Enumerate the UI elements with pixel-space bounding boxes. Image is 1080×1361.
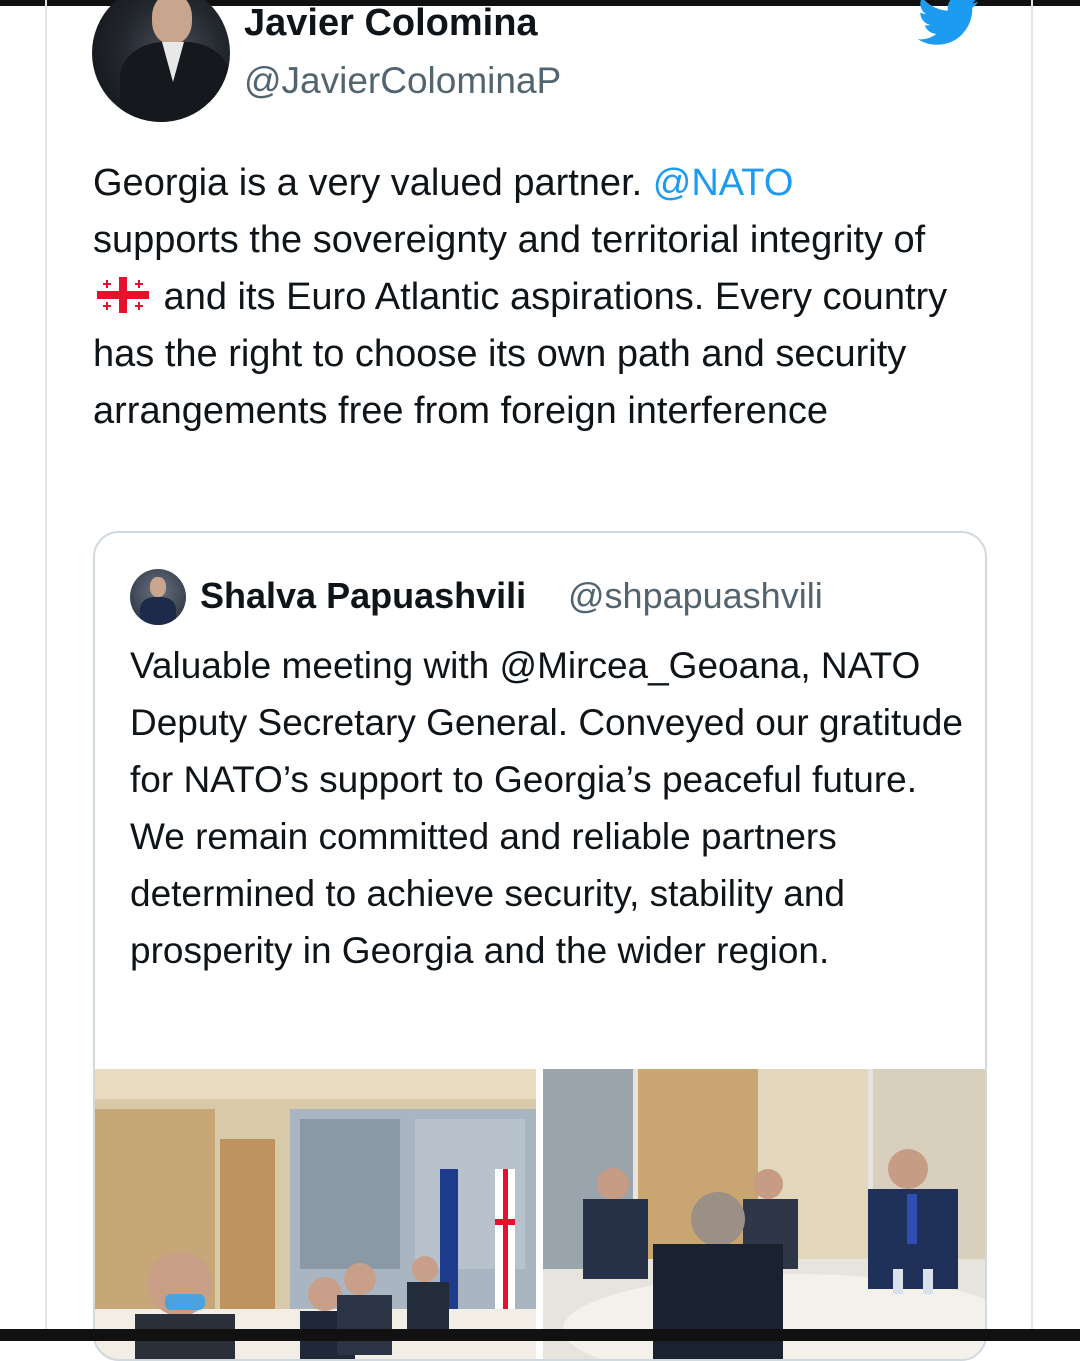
- tweet-text-part1: Georgia is a very valued partner.: [93, 162, 653, 204]
- author-name[interactable]: Javier Colomina: [244, 2, 538, 45]
- quoted-tweet[interactable]: Shalva Papuashvili @shpapuashvili Valuab…: [93, 531, 987, 1361]
- meeting-photo-1[interactable]: [95, 1069, 536, 1361]
- quoted-author-name[interactable]: Shalva Papuashvili: [200, 575, 526, 617]
- tweet-text-part3: and its Euro Atlantic aspirations. Every…: [93, 276, 948, 432]
- tweet-text: Georgia is a very valued partner. @NATO s…: [93, 155, 993, 440]
- meeting-photo-2[interactable]: [543, 1069, 985, 1361]
- quoted-author-avatar[interactable]: [130, 569, 186, 625]
- nato-mention-link[interactable]: @NATO: [653, 162, 794, 204]
- twitter-bird-icon[interactable]: [918, 0, 980, 48]
- bottom-screen-edge: [0, 1329, 1080, 1341]
- quoted-author-handle[interactable]: @shpapuashvili: [568, 575, 823, 617]
- author-handle[interactable]: @JavierColominaP: [244, 60, 561, 102]
- georgia-flag-icon: [97, 277, 149, 313]
- tweet-text-part2: supports the sovereignty and territorial…: [93, 219, 926, 261]
- quoted-tweet-text: Valuable meeting with @Mircea_Geoana, NA…: [130, 645, 963, 971]
